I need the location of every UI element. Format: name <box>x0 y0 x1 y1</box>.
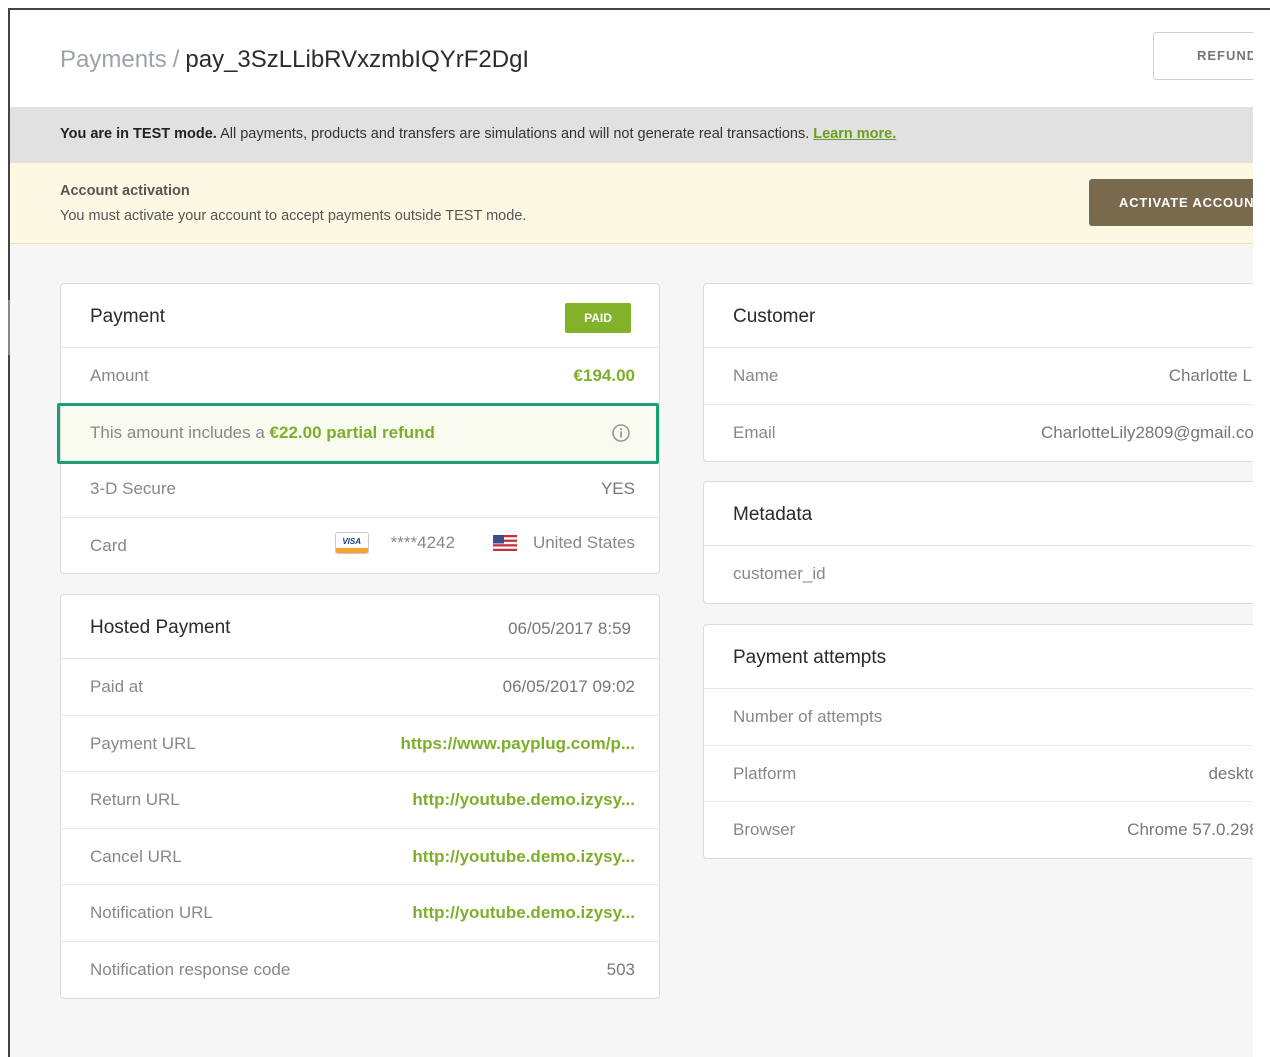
card-number: ****4242 <box>390 532 455 552</box>
payment-card-title: Payment <box>90 306 165 327</box>
attempt-row-label: Platform <box>733 763 797 783</box>
hosted-row-label: Notification response code <box>90 959 291 979</box>
refund-button[interactable]: REFUND <box>1153 32 1253 80</box>
payment-card-header: Payment PAID <box>61 284 659 348</box>
hosted-payment-row: Notification URL http://youtube.demo.izys… <box>61 885 659 942</box>
hosted-payment-row: Paid at 06/05/2017 09:02 <box>61 659 659 716</box>
activation-title: Account activation <box>60 183 190 199</box>
learn-more-link[interactable]: Learn more. <box>813 126 896 142</box>
attempt-row: Number of attempts1 <box>704 689 1253 746</box>
breadcrumb-payments-link[interactable]: Payments <box>60 46 167 73</box>
customer-name-row: Name Charlotte Lily <box>704 348 1253 405</box>
hosted-payment-row: Cancel URL http://youtube.demo.izysy... <box>61 829 659 885</box>
hosted-payment-title: Hosted Payment <box>90 617 231 638</box>
hosted-row-link[interactable]: http://youtube.demo.izysy... <box>412 903 635 923</box>
metadata-title: Metadata <box>733 504 813 525</box>
visa-icon: VISA <box>334 531 369 554</box>
customer-email-row: Email CharlotteLily2809@gmail.com <box>704 405 1253 462</box>
activation-text: You must activate your account to accept… <box>60 208 527 224</box>
hosted-payment-card: Hosted Payment 06/05/2017 8:59 Paid at 06… <box>60 594 660 999</box>
amount-label: Amount <box>90 366 149 385</box>
secure-row: 3-D Secure YES <box>61 461 659 518</box>
partial-refund-row: This amount includes a €22.00 partial re… <box>57 402 659 464</box>
hosted-payment-date: 06/05/2017 8:59 <box>508 619 631 638</box>
visa-brand: VISA <box>342 536 361 546</box>
hosted-payment-row: Return URL http://youtube.demo.izysy... <box>61 772 659 829</box>
status-badge: PAID <box>565 303 631 333</box>
metadata-row: customer_id <box>704 546 1253 603</box>
metadata-header: Metadata <box>704 482 1253 546</box>
hosted-payment-row: Notification response code 503 <box>61 942 659 999</box>
refund-prefix: This amount includes a <box>90 422 270 442</box>
breadcrumb-current: pay_3SzLLibRVxzmbIQYrF2DgI <box>185 46 530 73</box>
attempt-row-label: Number of attempts <box>733 707 883 726</box>
customer-title: Customer <box>733 306 816 327</box>
hosted-row-label: Notification URL <box>90 903 213 922</box>
hosted-row-link[interactable]: http://youtube.demo.izysy... <box>412 790 635 810</box>
customer-name-value: Charlotte Lily <box>1168 366 1253 385</box>
info-icon[interactable] <box>611 423 631 443</box>
attempt-row: Browser Chrome 57.0.2987 <box>704 802 1253 859</box>
attempt-row: Platform desktop <box>704 746 1253 802</box>
attempts-header: Payment attempts <box>704 625 1253 689</box>
hosted-row-link[interactable]: http://youtube.demo.izysy... <box>412 847 635 867</box>
secure-value: YES <box>600 479 635 498</box>
attempt-row-value: Chrome 57.0.2987 <box>1127 820 1253 839</box>
hosted-row-label: Cancel URL <box>90 846 182 866</box>
hosted-payment-header: Hosted Payment 06/05/2017 8:59 <box>61 595 659 659</box>
attempts-title: Payment attempts <box>733 647 887 668</box>
partial-refund-text: This amount includes a €22.00 partial re… <box>90 423 435 443</box>
hosted-row-label: Payment URL <box>90 733 196 753</box>
page-header: Payments / pay_3SzLLibRVxzmbIQYrF2DgI REFU… <box>10 10 1253 108</box>
customer-header: Customer <box>704 284 1253 348</box>
attempt-row-value: desktop <box>1208 763 1253 783</box>
us-flag-icon <box>492 534 517 551</box>
breadcrumb-separator: / <box>172 46 180 73</box>
secure-label: 3-D Secure <box>90 479 176 498</box>
payment-attempts-card: Payment attempts Number of attempts1Plat… <box>703 624 1253 859</box>
refund-amount: €22.00 partial refund <box>269 422 435 442</box>
breadcrumb: Payments / pay_3SzLLibRVxzmbIQYrF2DgI <box>60 46 529 74</box>
account-activation-banner: Account activation You must activate you… <box>10 163 1253 244</box>
test-mode-bold: You are in TEST mode. <box>60 126 217 142</box>
hosted-row-value: 503 <box>606 959 635 979</box>
card-label: Card <box>90 535 127 555</box>
activate-account-button[interactable]: ACTIVATE ACCOUNT <box>1089 179 1253 226</box>
hosted-row-label: Return URL <box>90 790 180 809</box>
test-mode-banner: You are in TEST mode. All payments, prod… <box>10 108 1253 163</box>
hosted-payment-row: Payment URL https://www.payplug.com/p... <box>61 716 659 772</box>
amount-value: €194.00 <box>573 366 635 385</box>
customer-email-value: CharlotteLily2809@gmail.com <box>1040 422 1253 442</box>
payment-card: Payment PAID Amount €194.00 This amount … <box>57 283 660 575</box>
metadata-key: customer_id <box>733 564 826 583</box>
card-row: Card VISA ****4242 United States <box>61 518 659 575</box>
attempts-rows: Number of attempts1 Platform desktop Browse… <box>704 689 1253 859</box>
amount-row: Amount €194.00 <box>61 348 659 405</box>
page-viewport: Payments / pay_3SzLLibRVxzmbIQYrF2DgI REFU… <box>10 10 1253 1057</box>
card-details: VISA ****4242 United States <box>334 531 635 554</box>
attempt-row-label: Browser <box>733 820 796 839</box>
customer-email-label: Email <box>733 422 776 442</box>
hosted-row-label: Paid at <box>90 677 143 696</box>
card-country: United States <box>532 532 635 552</box>
screenshot-frame: Payments / pay_3SzLLibRVxzmbIQYrF2DgI REFU… <box>0 0 1270 1057</box>
customer-card: Customer Name Charlotte Lily Email Charl… <box>703 283 1253 462</box>
test-mode-text: All payments, products and transfers are… <box>216 126 814 142</box>
hosted-payment-rows: Paid at 06/05/2017 09:02 Payment URL https:… <box>61 659 659 998</box>
customer-name-label: Name <box>733 366 779 385</box>
hosted-row-value: 06/05/2017 09:02 <box>502 677 635 696</box>
hosted-row-link[interactable]: https://www.payplug.com/p... <box>400 734 635 754</box>
metadata-card: Metadata customer_id <box>703 481 1253 604</box>
